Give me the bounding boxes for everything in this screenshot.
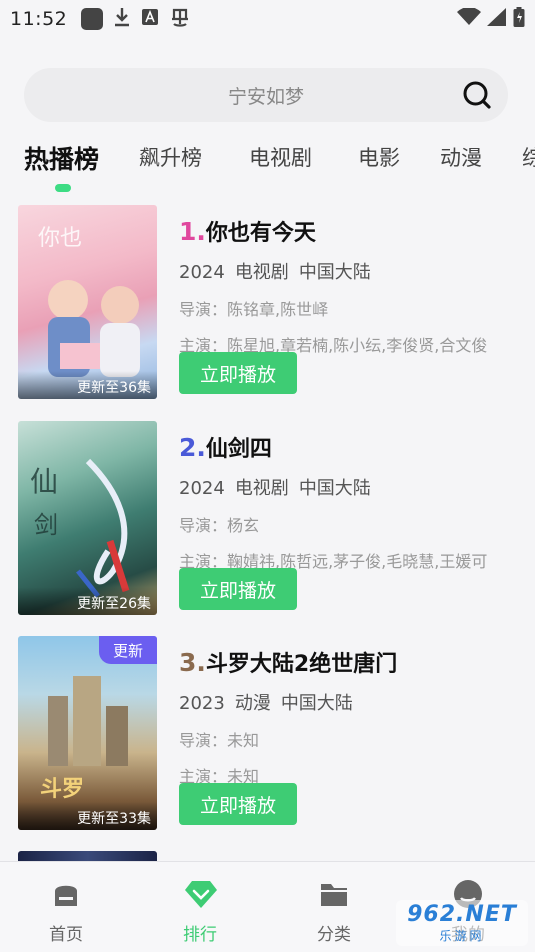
bug-icon [169, 6, 191, 32]
item-meta: 2024 电视剧 中国大陆 [179, 474, 519, 500]
svg-text:剑: 剑 [34, 511, 58, 539]
folder-icon [318, 878, 350, 910]
svg-text:仙: 仙 [30, 465, 58, 498]
svg-text:你也: 你也 [38, 226, 82, 251]
poster-episode-caption: 更新至36集 [18, 371, 157, 399]
item-region: 中国大陆 [298, 262, 371, 283]
home-icon [50, 878, 82, 910]
site-watermark: 962.NET 乐游网 [396, 900, 528, 946]
search-placeholder[interactable]: 宁安如梦 [228, 82, 304, 109]
status-bar: 11:52 [0, 0, 535, 38]
item-year: 2024 [179, 478, 225, 499]
rank-number: 1. [179, 217, 206, 246]
watermark-site-name: 乐游网 [439, 929, 485, 943]
item-title-row[interactable]: 1.你也有今天 [179, 215, 519, 247]
play-now-button[interactable]: 立即播放 [179, 783, 297, 825]
item-director: 导演：未知 [179, 731, 260, 750]
nav-home-label: 首页 [49, 925, 83, 945]
watermark-logo-text: 962.NET [407, 902, 517, 927]
item-region: 中国大陆 [298, 478, 371, 499]
signal-icon [487, 8, 507, 30]
tab-active-indicator [55, 184, 71, 192]
nav-ranking[interactable]: 排行 [155, 862, 245, 952]
item-info: 3.斗罗大陆2绝世唐门 2023 动漫 中国大陆 导演：未知 主演：未知 [179, 646, 519, 787]
ranking-diamond-icon [184, 878, 217, 910]
tab-tv-series[interactable]: 电视剧 [249, 142, 312, 172]
item-region: 中国大陆 [280, 693, 353, 714]
poster-image[interactable]: 你也 更新至36集 [18, 205, 157, 399]
category-tabs: 热播榜 飙升榜 电视剧 电影 动漫 综 [0, 138, 535, 198]
item-meta: 2024 电视剧 中国大陆 [179, 258, 519, 284]
list-item[interactable]: 你也 更新至36集 1.你也有今天 2024 电视剧 中国大陆 导演：陈铭章,陈世峄… [0, 205, 535, 401]
nav-ranking-label: 排行 [183, 925, 217, 945]
item-category: 动漫 [234, 693, 271, 714]
poster-image[interactable]: 仙 剑 更新至26集 [18, 421, 157, 615]
item-director: 导演：陈铭章,陈世峄 [179, 300, 329, 319]
item-title-row[interactable]: 3.斗罗大陆2绝世唐门 [179, 646, 519, 678]
item-category: 电视剧 [234, 262, 289, 283]
play-now-button[interactable]: 立即播放 [179, 352, 297, 394]
list-item[interactable]: 仙 剑 更新至26集 2.仙剑四 2024 电视剧 中国大陆 导演：杨玄 主演：鞠婧… [0, 421, 535, 617]
nav-categories-label: 分类 [317, 925, 351, 945]
poster-art: 你也 [18, 205, 157, 399]
update-badge: 更新 [99, 636, 157, 664]
font-a-icon [141, 8, 159, 30]
item-director: 导演：杨玄 [179, 516, 260, 535]
poster-episode-caption: 更新至26集 [18, 587, 157, 615]
item-category: 电视剧 [234, 478, 289, 499]
nav-home[interactable]: 首页 [21, 862, 111, 952]
app-square-icon [81, 8, 104, 30]
item-info: 2.仙剑四 2024 电视剧 中国大陆 导演：杨玄 主演：鞠婧祎,陈哲远,茅子俊,毛… [179, 431, 519, 572]
item-meta: 2023 动漫 中国大陆 [179, 689, 519, 715]
rank-number: 2. [179, 433, 206, 462]
list-item[interactable]: 斗罗 更新 更新至33集 3.斗罗大陆2绝世唐门 2023 动漫 中国大陆 导演：未… [0, 636, 535, 832]
item-title[interactable]: 你也有今天 [206, 221, 316, 246]
download-icon [113, 6, 131, 32]
tab-movies[interactable]: 电影 [358, 142, 400, 172]
search-bar[interactable]: 宁安如梦 [24, 68, 508, 122]
item-title[interactable]: 仙剑四 [206, 437, 272, 462]
svg-text:斗罗: 斗罗 [40, 777, 84, 802]
tab-hot[interactable]: 热播榜 [24, 140, 99, 176]
poster-art: 斗罗 [18, 636, 157, 830]
status-icons-right [457, 7, 525, 31]
item-title[interactable]: 斗罗大陆2绝世唐门 [206, 652, 397, 677]
poster-art: 仙 剑 [18, 421, 157, 615]
status-time: 11:52 [10, 8, 68, 30]
wifi-icon [457, 7, 481, 30]
battery-icon [513, 7, 525, 31]
poster-episode-caption: 更新至33集 [18, 802, 157, 830]
item-title-row[interactable]: 2.仙剑四 [179, 431, 519, 463]
play-now-button[interactable]: 立即播放 [179, 568, 297, 610]
item-info: 1.你也有今天 2024 电视剧 中国大陆 导演：陈铭章,陈世峄 主演：陈星旭,章若… [179, 215, 519, 356]
tab-anime[interactable]: 动漫 [440, 142, 482, 172]
poster-image[interactable]: 斗罗 更新 更新至33集 [18, 636, 157, 830]
item-year: 2024 [179, 262, 225, 283]
status-icons-left [81, 6, 191, 32]
tab-rising[interactable]: 飙升榜 [139, 142, 202, 172]
item-year: 2023 [179, 693, 225, 714]
search-icon[interactable] [462, 80, 492, 110]
tab-variety[interactable]: 综 [522, 142, 535, 172]
nav-categories[interactable]: 分类 [289, 862, 379, 952]
rank-number: 3. [179, 648, 206, 677]
